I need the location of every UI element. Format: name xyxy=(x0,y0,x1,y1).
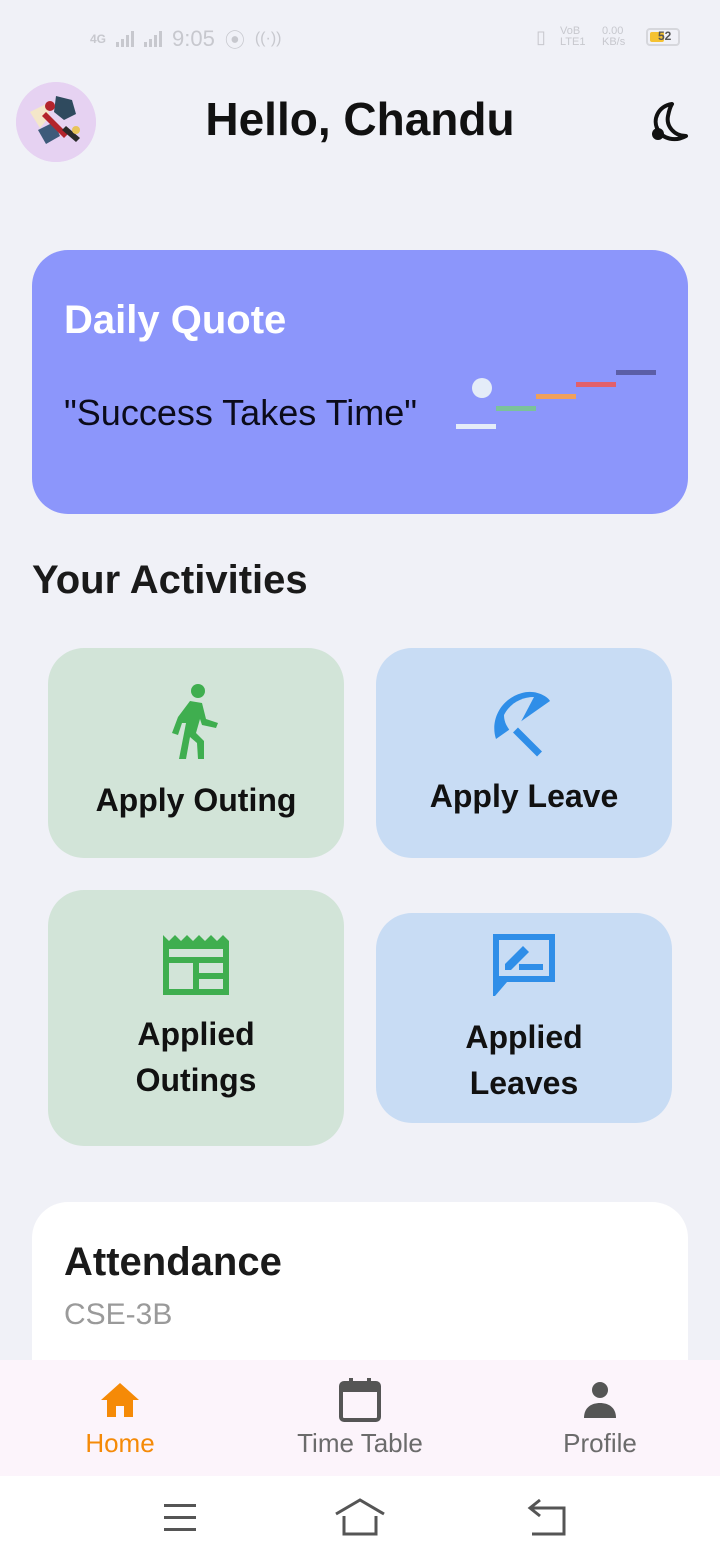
daily-quote-card: Daily Quote "Success Takes Time" xyxy=(32,250,688,514)
data-saver-icon: ⦿ xyxy=(224,30,245,52)
system-menu-button[interactable] xyxy=(150,1496,210,1540)
system-home-button[interactable] xyxy=(330,1496,390,1540)
theme-toggle-button[interactable] xyxy=(644,98,694,148)
system-navigation-bar xyxy=(0,1476,720,1560)
menu-icon xyxy=(164,1504,196,1531)
moon-icon xyxy=(652,102,688,142)
home-screen: 4G 9:05 ⦿ ((·)) ▯ VoB LTE1 0.00 KB/s 52 xyxy=(0,0,720,1560)
receipt-list-icon xyxy=(163,935,229,995)
applied-leaves-tile[interactable]: Applied Leaves xyxy=(376,913,672,1123)
applied-outings-tile[interactable]: Applied Outings xyxy=(48,890,344,1146)
hotspot-icon: ((·)) xyxy=(254,29,282,47)
apply-leave-label: Apply Leave xyxy=(429,778,619,814)
nav-profile[interactable]: Profile xyxy=(480,1360,720,1476)
greeting-title: Hello, Chandu xyxy=(205,93,515,145)
apply-outing-tile[interactable]: Apply Outing xyxy=(48,648,344,858)
nav-time-table[interactable]: Time Table xyxy=(240,1360,480,1476)
applied-outings-label: Applied Outings xyxy=(135,1016,257,1098)
battery-level: 52 xyxy=(658,29,672,43)
rate-review-icon xyxy=(493,934,555,996)
nav-profile-label: Profile xyxy=(563,1428,637,1458)
battery-icon: 52 xyxy=(646,28,680,46)
beach-umbrella-icon xyxy=(494,691,550,757)
speed-label: 0.00 KB/s xyxy=(602,25,626,48)
calendar-icon xyxy=(339,1378,381,1422)
status-left: 4G 9:05 ⦿ ((·)) xyxy=(90,24,281,53)
walking-person-icon xyxy=(172,684,218,759)
nav-time-table-label: Time Table xyxy=(297,1428,423,1458)
applied-leaves-label: Applied Leaves xyxy=(465,1019,583,1101)
system-back-button[interactable] xyxy=(518,1496,578,1540)
quote-text: "Success Takes Time" xyxy=(64,392,418,433)
back-icon xyxy=(527,1498,566,1536)
attendance-class: CSE-3B xyxy=(64,1298,173,1331)
apply-leave-tile[interactable]: Apply Leave xyxy=(376,648,672,858)
attendance-title: Attendance xyxy=(64,1240,282,1284)
person-icon xyxy=(584,1382,616,1418)
bottom-navigation: Home Time Table Profile xyxy=(0,1360,720,1476)
network-label: 4G xyxy=(90,31,107,46)
system-home-icon xyxy=(335,1498,385,1536)
activities-title: Your Activities xyxy=(32,558,308,602)
stairs-illustration-icon xyxy=(456,370,656,429)
status-right: ▯ VoB LTE1 0.00 KB/s 52 xyxy=(536,26,680,48)
signal-icon xyxy=(116,30,135,47)
home-icon xyxy=(101,1383,139,1417)
clock: 9:05 xyxy=(172,25,215,51)
quote-title: Daily Quote xyxy=(64,298,287,342)
apply-outing-label: Apply Outing xyxy=(95,782,297,818)
vibrate-icon: ▯ xyxy=(536,26,546,47)
signal-icon-2 xyxy=(144,30,163,47)
nav-home-label: Home xyxy=(85,1428,155,1458)
status-bar: 4G 9:05 ⦿ ((·)) ▯ VoB LTE1 0.00 KB/s 52 xyxy=(0,0,720,78)
volte-label: VoB LTE1 xyxy=(560,25,586,48)
nav-home[interactable]: Home xyxy=(0,1360,240,1476)
